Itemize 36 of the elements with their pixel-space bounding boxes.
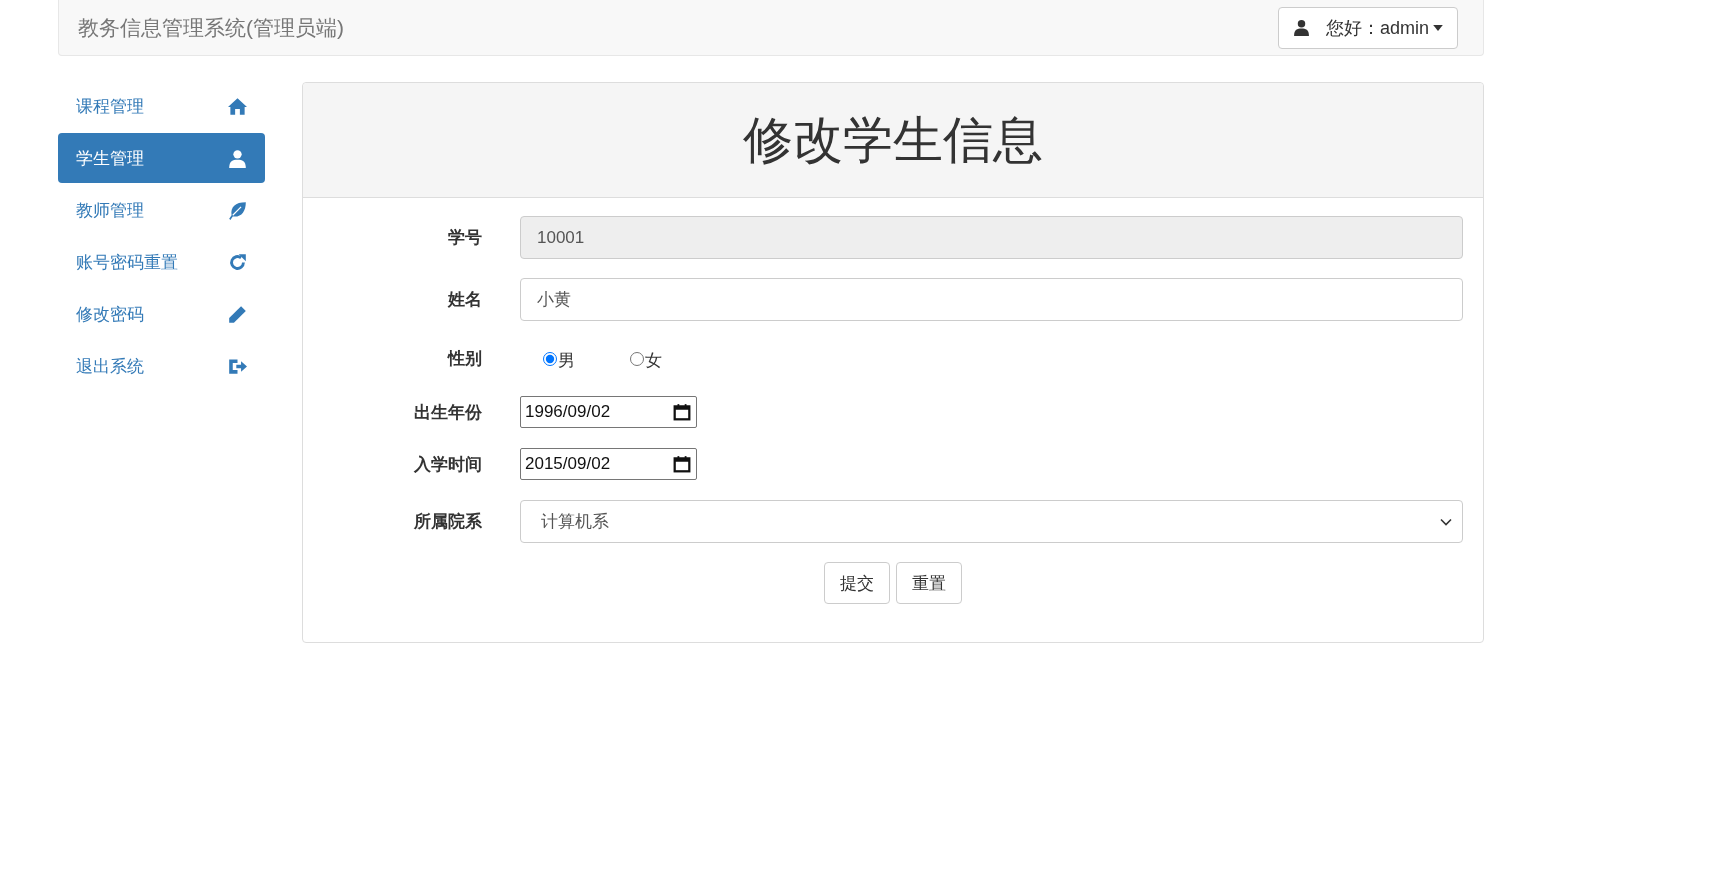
calendar-icon (673, 455, 691, 473)
chevron-icon (1440, 517, 1452, 526)
refresh-icon (228, 252, 247, 272)
radio-label: 男 (558, 349, 575, 372)
person-icon (228, 148, 247, 168)
reset-button[interactable]: 重置 (896, 562, 962, 604)
radio-button[interactable] (543, 351, 557, 366)
sidebar-item[interactable]: 学生管理 (58, 133, 265, 183)
home-icon (228, 96, 247, 116)
text-field[interactable]: 小黄 (520, 278, 1463, 321)
field-label: 姓名 (446, 289, 482, 311)
field-label: 学号 (447, 227, 482, 249)
sidebar-item[interactable]: 教师管理 (58, 185, 265, 235)
leaf-icon (228, 200, 247, 220)
date-field[interactable]: 1996/09/02 (520, 396, 697, 428)
department-select[interactable]: 计算机系 (520, 500, 1463, 543)
date-field[interactable]: 2015/09/02 (520, 448, 697, 480)
calendar-icon (673, 403, 691, 421)
submit-button[interactable]: 提交 (824, 562, 890, 604)
radio-button[interactable] (630, 351, 644, 366)
user-menu-button[interactable]: 您好：admin (1277, 6, 1458, 49)
caret-icon (1433, 24, 1443, 31)
field-label: 所属院系 (413, 511, 482, 533)
sidebar-item[interactable]: 修改密码 (58, 289, 265, 339)
app-title: 教务信息管理系统(管理员端) (78, 14, 344, 41)
sidebar-item[interactable]: 课程管理 (58, 81, 265, 131)
sidebar-item[interactable]: 账号密码重置 (58, 237, 265, 287)
sidebar-item[interactable]: 退出系统 (58, 341, 265, 391)
form-title: 修改学生信息 (743, 110, 1043, 170)
pencil-icon (228, 304, 247, 324)
person-icon (1292, 19, 1310, 36)
field-label: 出生年份 (413, 401, 482, 424)
field-label: 入学时间 (413, 453, 482, 476)
radio-label: 女 (645, 349, 662, 372)
logout-icon (228, 356, 247, 376)
field-label: 性别 (446, 348, 482, 370)
